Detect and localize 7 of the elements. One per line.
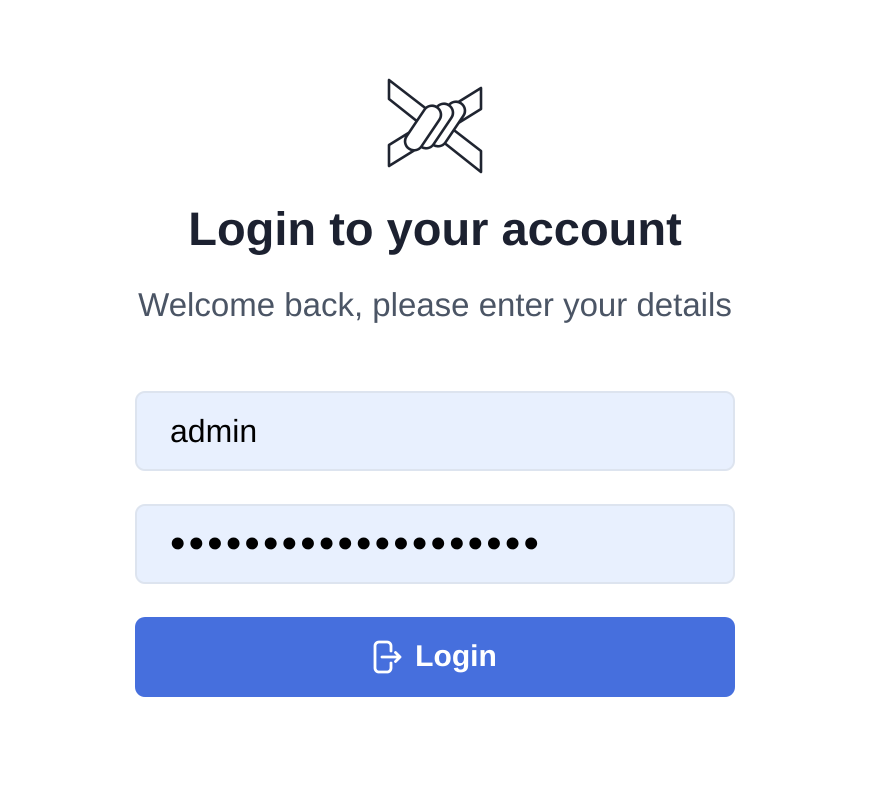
username-field[interactable]: admin	[135, 391, 735, 471]
login-icon	[373, 640, 404, 674]
login-heading: Login to your account	[188, 202, 682, 256]
logo-icon	[387, 78, 483, 174]
login-button[interactable]: Login	[135, 617, 735, 697]
welcome-text: Welcome back, please enter your details	[138, 285, 732, 325]
password-field[interactable]: ••••••••••••••••••••	[135, 504, 735, 584]
